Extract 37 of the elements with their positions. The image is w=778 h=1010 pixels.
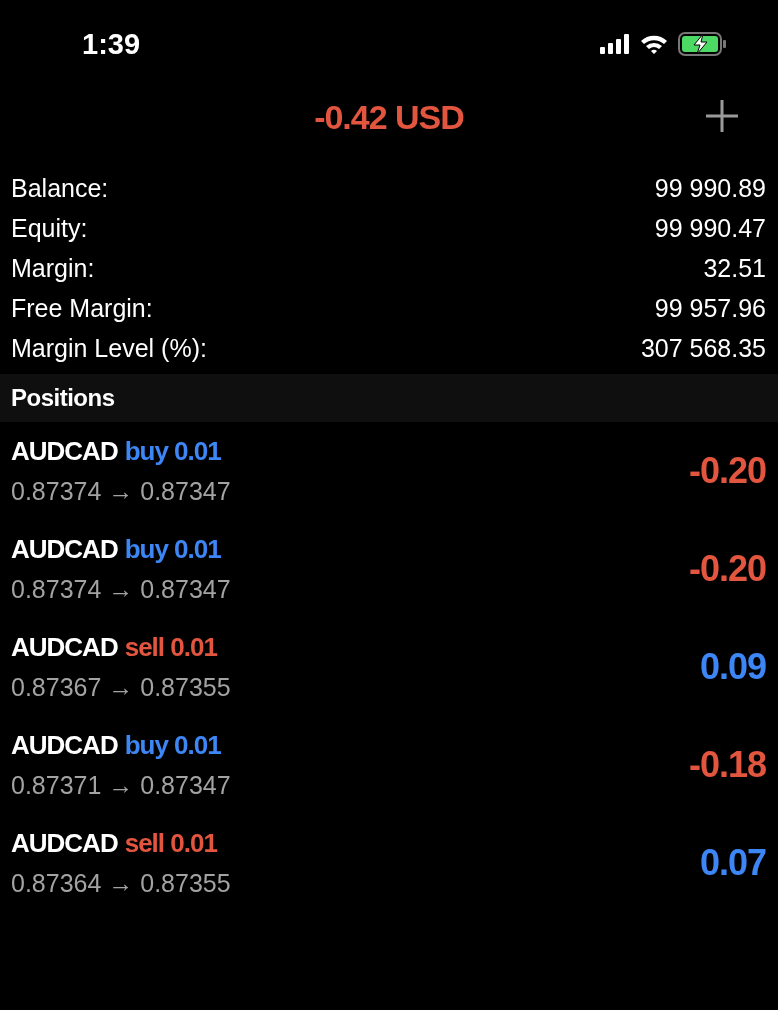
- position-profit: 0.07: [699, 842, 766, 884]
- position-order: sell 0.01: [124, 632, 217, 663]
- summary-label: Margin Level (%):: [11, 333, 207, 363]
- position-symbol: AUDCAD: [11, 730, 118, 761]
- position-symbol: AUDCAD: [11, 534, 118, 565]
- wifi-icon: [640, 33, 668, 55]
- summary-value: 99 957.96: [654, 293, 766, 323]
- position-order: buy 0.01: [124, 730, 221, 761]
- summary-value: 99 990.89: [654, 173, 766, 203]
- position-profit: 0.09: [699, 646, 766, 688]
- position-profit: -0.20: [688, 548, 766, 590]
- summary-label: Free Margin:: [11, 293, 153, 323]
- position-symbol: AUDCAD: [11, 828, 118, 859]
- summary-label: Margin:: [11, 253, 95, 283]
- position-profit: -0.18: [688, 744, 766, 786]
- battery-charging-icon: [678, 32, 728, 56]
- add-button[interactable]: [704, 98, 740, 134]
- status-time: 1:39: [82, 27, 141, 61]
- position-symbol: AUDCAD: [11, 632, 118, 663]
- signal-icon: [600, 34, 630, 54]
- summary-label: Equity:: [11, 213, 88, 243]
- position-profit: -0.20: [688, 450, 766, 492]
- position-order: buy 0.01: [124, 436, 221, 467]
- position-prices: 0.87364 → 0.87355: [11, 869, 231, 898]
- position-prices: 0.87374 → 0.87347: [11, 477, 231, 506]
- total-profit: -0.42 USD: [314, 97, 464, 137]
- position-prices: 0.87371 → 0.87347: [11, 771, 231, 800]
- position-symbol: AUDCAD: [11, 436, 118, 467]
- summary-value: 307 568.35: [640, 333, 766, 363]
- position-prices: 0.87374 → 0.87347: [11, 575, 231, 604]
- section-title: Positions: [11, 384, 115, 412]
- position-order: buy 0.01: [124, 534, 221, 565]
- position-order: sell 0.01: [124, 828, 217, 859]
- summary-label: Balance:: [11, 173, 109, 203]
- summary-value: 32.51: [703, 253, 766, 283]
- position-prices: 0.87367 → 0.87355: [11, 673, 231, 702]
- summary-value: 99 990.47: [654, 213, 766, 243]
